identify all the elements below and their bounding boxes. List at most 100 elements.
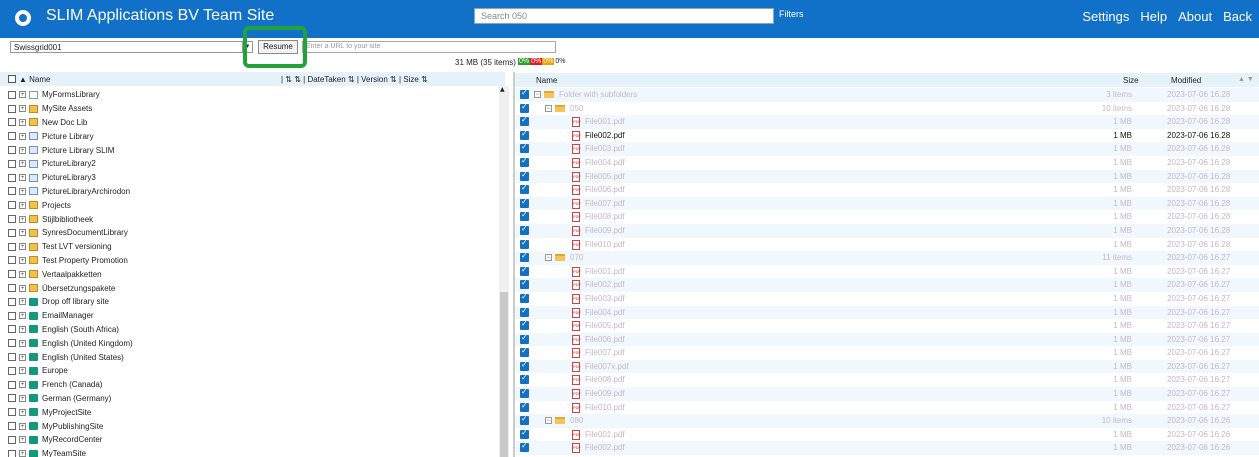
row-checkbox[interactable] — [520, 441, 529, 453]
row-checkbox[interactable] — [520, 265, 529, 276]
filters-link[interactable]: Filters — [779, 9, 804, 19]
row-checkbox[interactable] — [520, 115, 529, 127]
tree-item-checkbox[interactable] — [8, 104, 16, 113]
tree-item[interactable]: + Projects — [0, 198, 497, 212]
file-row[interactable]: PDF File002.pdf 1 MB 2023-07-06 16.28 — [515, 129, 1259, 143]
expand-icon[interactable]: + — [19, 118, 26, 126]
tree-item-checkbox[interactable] — [8, 339, 16, 348]
tree-item-checkbox[interactable] — [8, 228, 16, 237]
tree-item[interactable]: + PictureLibrary2 — [0, 157, 497, 171]
tree-item-checkbox[interactable] — [8, 187, 16, 196]
file-row[interactable]: PDF File009.pdf 1 MB 2023-07-06 16.28 — [515, 223, 1259, 238]
row-checkbox[interactable] — [520, 319, 529, 331]
row-checkbox[interactable] — [520, 251, 529, 263]
tree-item[interactable]: + Vertaalpakketten — [0, 267, 497, 281]
folder-row[interactable]: − Folder with subfolders 3 items 2023-07-06… — [515, 88, 1259, 102]
file-row[interactable]: PDF File001.pdf 1 MB 2023-07-06 16.26 — [515, 428, 1259, 442]
chevron-down-icon[interactable]: ▾ — [242, 42, 252, 52]
tree-item[interactable]: + Test Property Promotion — [0, 254, 497, 268]
file-row[interactable]: PDF File009.pdf 1 MB 2023-07-06 16.27 — [515, 387, 1259, 401]
tree-item[interactable]: + French (Canada) — [0, 378, 497, 392]
sort-arrows-icon[interactable]: ▲ ▼ — [1238, 76, 1254, 83]
tree-item-checkbox[interactable] — [8, 146, 16, 155]
tree-item[interactable]: + MyProjectSite — [0, 405, 497, 419]
row-checkbox[interactable] — [520, 88, 529, 99]
modified-column-header[interactable]: Modified — [1171, 76, 1201, 85]
tree-item-checkbox[interactable] — [8, 173, 16, 182]
expand-icon[interactable]: + — [19, 105, 26, 113]
name-column-header[interactable]: ▲ Name — [19, 75, 281, 84]
row-checkbox[interactable] — [520, 278, 529, 290]
row-checkbox[interactable] — [520, 387, 529, 399]
file-row[interactable]: PDF File008.pdf 1 MB 2023-07-06 16.27 — [515, 373, 1259, 387]
row-checkbox[interactable] — [520, 210, 529, 222]
row-checkbox[interactable] — [520, 102, 529, 113]
select-all-checkbox[interactable] — [8, 75, 16, 83]
expand-icon[interactable]: + — [19, 146, 26, 154]
tree-item[interactable]: + Übersetzungspakete — [0, 281, 497, 295]
tree-item-checkbox[interactable] — [8, 215, 16, 224]
tree-item[interactable]: + English (United Kingdom) — [0, 336, 497, 350]
folder-row[interactable]: − 070 11 items 2023-07-06 16.27 — [515, 251, 1259, 265]
expand-icon[interactable]: + — [19, 325, 26, 333]
row-checkbox[interactable] — [520, 333, 529, 344]
tree-item[interactable]: + Picture Library — [0, 129, 497, 143]
tree-item-checkbox[interactable] — [8, 242, 16, 251]
tree-item-checkbox[interactable] — [8, 366, 16, 375]
collapse-icon[interactable]: − — [545, 254, 552, 262]
tree-item-checkbox[interactable] — [8, 449, 16, 457]
row-checkbox[interactable] — [520, 428, 529, 439]
expand-icon[interactable]: + — [19, 132, 26, 140]
file-row[interactable]: PDF File001.pdf 1 MB 2023-07-06 16.27 — [515, 265, 1259, 279]
file-row[interactable]: PDF File004.pdf 1 MB 2023-07-06 16.27 — [515, 305, 1259, 320]
row-checkbox[interactable] — [520, 373, 529, 385]
tree-item-checkbox[interactable] — [8, 159, 16, 168]
tree-item[interactable]: + MyTeamSite — [0, 447, 497, 457]
row-checkbox[interactable] — [520, 197, 529, 208]
expand-icon[interactable]: + — [19, 215, 26, 223]
expand-icon[interactable]: + — [19, 408, 26, 416]
about-link[interactable]: About — [1178, 9, 1212, 24]
tree-item[interactable]: + EmailManager — [0, 309, 497, 323]
row-checkbox[interactable] — [520, 292, 529, 303]
folder-row[interactable]: − 050 10 items 2023-07-06 16.28 — [515, 102, 1259, 116]
file-row[interactable]: PDF File007.pdf 1 MB 2023-07-06 16.28 — [515, 196, 1259, 211]
expand-icon[interactable]: + — [19, 394, 26, 402]
tree-item[interactable]: + SynresDocumentLibrary — [0, 226, 497, 240]
row-checkbox[interactable] — [520, 306, 529, 317]
row-checkbox[interactable] — [520, 170, 529, 181]
tree-item[interactable]: + PictureLibraryArchirodon — [0, 185, 497, 199]
expand-icon[interactable]: + — [19, 339, 26, 347]
scroll-up-icon[interactable]: ▲ — [500, 86, 505, 93]
row-checkbox[interactable] — [520, 224, 529, 235]
resume-button[interactable]: Resume — [258, 40, 298, 54]
file-row[interactable]: PDF File005.pdf 1 MB 2023-07-06 16.28 — [515, 169, 1259, 184]
tree-item-checkbox[interactable] — [8, 284, 16, 293]
expand-icon[interactable]: + — [19, 284, 26, 292]
tree-item-checkbox[interactable] — [8, 90, 16, 99]
scrollbar-thumb[interactable] — [500, 292, 508, 457]
file-row[interactable]: PDF File003.pdf 1 MB 2023-07-06 16.28 — [515, 142, 1259, 156]
file-row[interactable]: PDF File001.pdf 1 MB 2023-07-06 16.28 — [515, 115, 1259, 129]
tree-item[interactable]: + English (United States) — [0, 350, 497, 364]
expand-icon[interactable]: + — [19, 187, 26, 195]
tree-item[interactable]: + MySite Assets — [0, 102, 497, 116]
file-row[interactable]: PDF File006.pdf 1 MB 2023-07-06 16.27 — [515, 332, 1259, 347]
tree-item-checkbox[interactable] — [8, 270, 16, 279]
expand-icon[interactable]: + — [19, 367, 26, 375]
columns-header[interactable]: | ⇅ ⇅ | DateTaken ⇅ | Version ⇅ | Size ⇅ — [281, 75, 428, 84]
search-input[interactable]: Search 050 — [474, 8, 774, 24]
folder-row[interactable]: − 080 10 items 2023-07-06 16.26 — [515, 414, 1259, 428]
expand-icon[interactable]: + — [19, 450, 26, 457]
expand-icon[interactable]: + — [19, 256, 26, 264]
expand-icon[interactable]: + — [19, 312, 26, 320]
tree-item[interactable]: + Picture Library SLIM — [0, 143, 497, 157]
expand-icon[interactable]: + — [19, 353, 26, 361]
tree-item[interactable]: + PictureLibrary3 — [0, 171, 497, 185]
tree-item-checkbox[interactable] — [8, 132, 16, 141]
collapse-icon[interactable]: − — [545, 417, 552, 425]
tree-item[interactable]: + MyFormsLibrary — [0, 88, 497, 102]
collapse-icon[interactable]: − — [545, 104, 552, 112]
tree-item[interactable]: + MyRecordCenter — [0, 433, 497, 447]
expand-icon[interactable]: + — [19, 436, 26, 444]
